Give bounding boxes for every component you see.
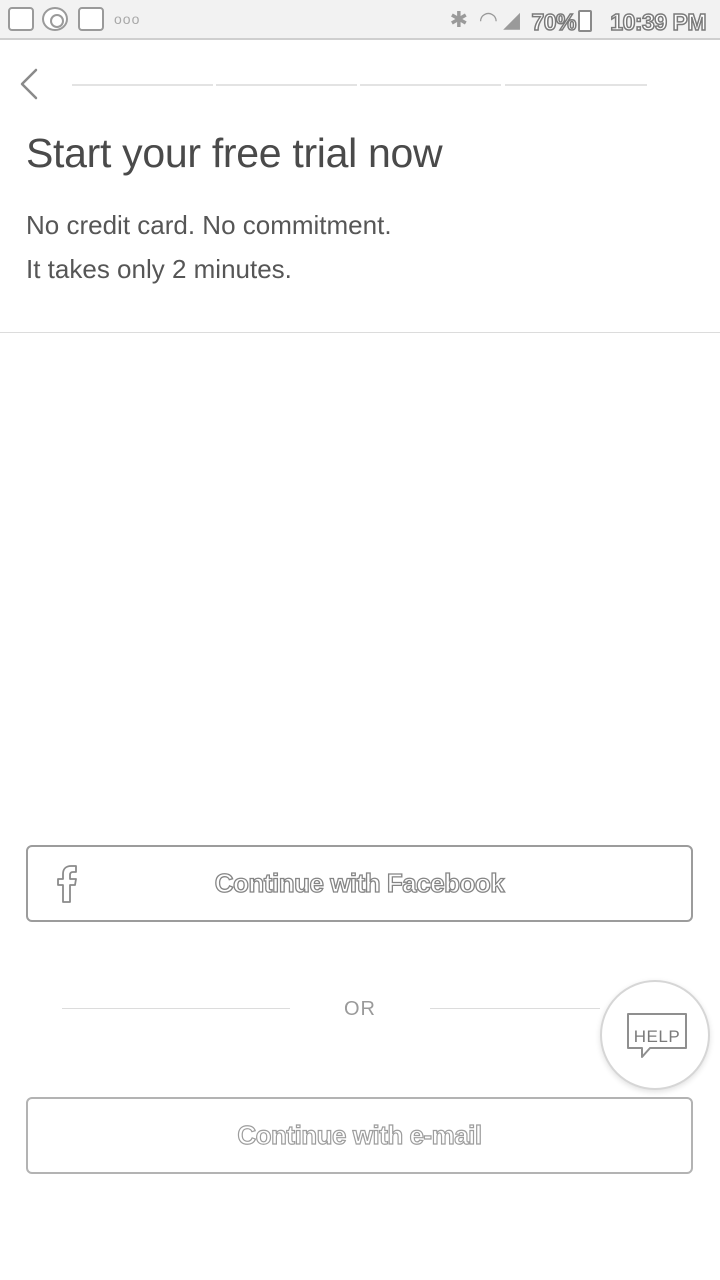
or-divider-right (430, 1008, 600, 1009)
signup-screen: ooo ✱ ◠ ◢ 70% 10:39 PM Start your free t… (0, 0, 720, 1280)
signal-icon: ◢ (503, 7, 520, 32)
subtitle-line-1: No credit card. No commitment. (26, 210, 392, 240)
help-button[interactable]: HELP (600, 980, 710, 1090)
facebook-icon (57, 865, 77, 903)
wifi-icon: ◠ (478, 7, 498, 32)
progress-step-1 (72, 84, 213, 86)
photo-icon (8, 7, 34, 31)
page-title: Start your free trial now (26, 130, 443, 176)
progress-step-4 (505, 84, 647, 86)
chevron-left-icon (20, 68, 38, 100)
bluetooth-icon: ✱ (449, 7, 468, 32)
or-label: OR (344, 998, 376, 1020)
battery-icon (578, 10, 592, 32)
email-button-label: Continue with e-mail (237, 1119, 483, 1150)
or-divider-left (62, 1008, 290, 1009)
camera-icon (42, 7, 68, 31)
progress-step-2 (216, 84, 357, 86)
battery-percent: 70% (531, 8, 578, 36)
continue-with-facebook-button[interactable]: Continue with Facebook (26, 845, 693, 922)
header-divider (0, 332, 720, 333)
help-label: HELP (633, 1027, 681, 1046)
status-bar: ooo ✱ ◠ ◢ 70% 10:39 PM (0, 0, 720, 40)
more-notifications-icon: ooo (114, 11, 141, 27)
clock: 10:39 PM (610, 8, 708, 36)
back-button[interactable] (12, 64, 46, 104)
facebook-button-label: Continue with Facebook (214, 867, 505, 898)
progress-step-3 (360, 84, 501, 86)
continue-with-email-button[interactable]: Continue with e-mail (26, 1097, 693, 1174)
gmail-icon (78, 7, 104, 31)
subtitle-line-2: It takes only 2 minutes. (26, 254, 292, 284)
